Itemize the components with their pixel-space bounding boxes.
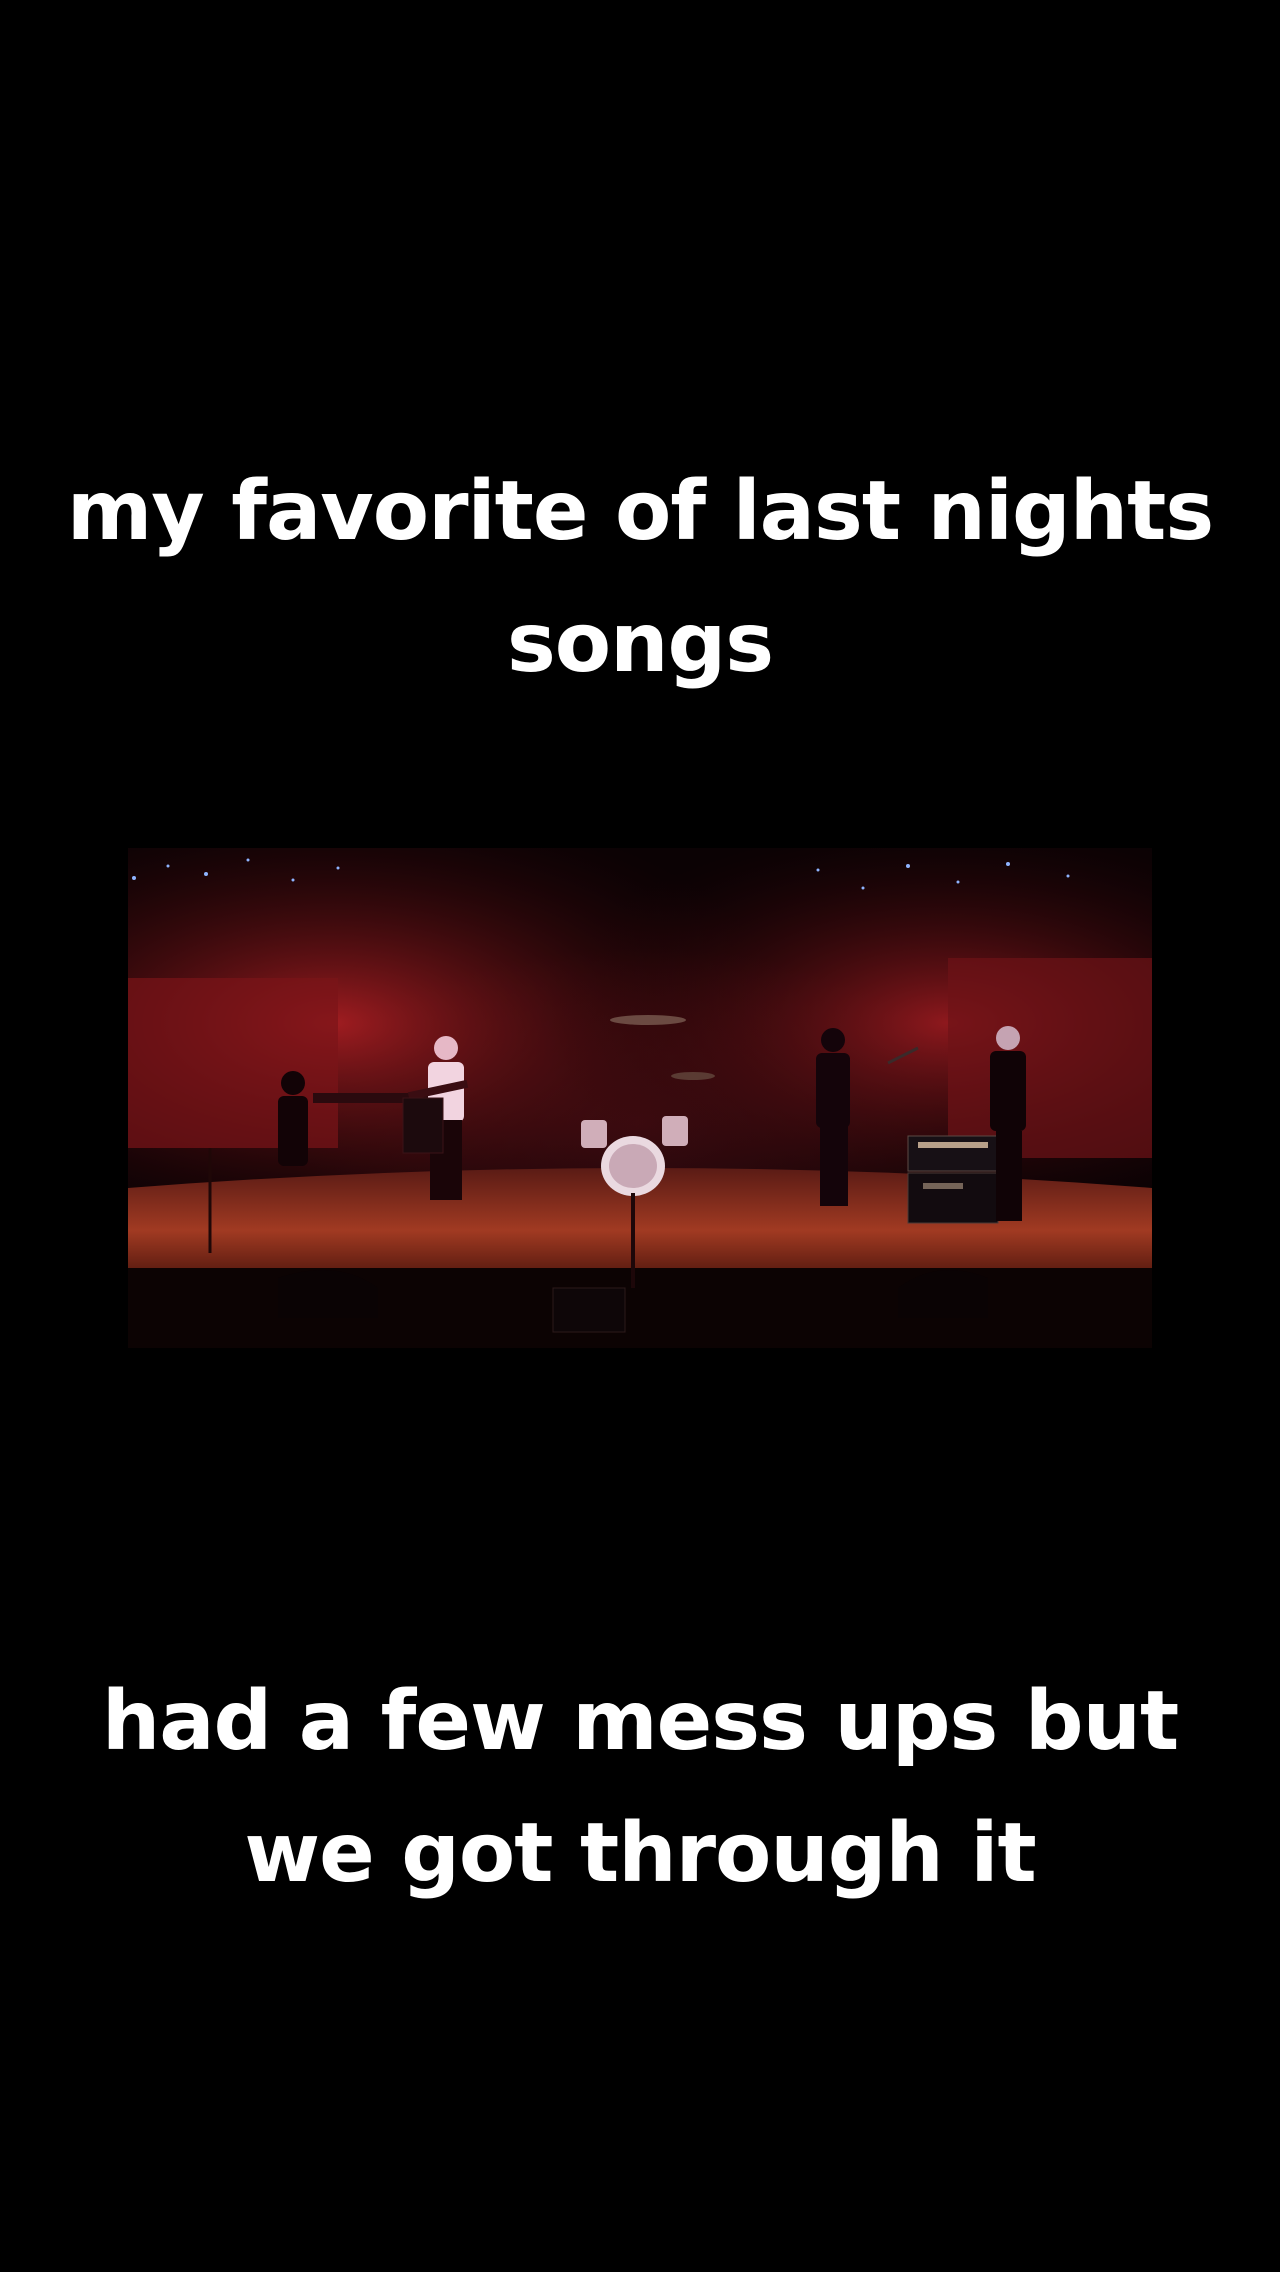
marshall-amp xyxy=(907,1135,999,1224)
bassist xyxy=(816,1028,850,1206)
top-caption: my favorite of last nights songs xyxy=(66,464,1214,691)
concert-stage-photo xyxy=(128,848,1152,1348)
video-frame[interactable] xyxy=(128,848,1152,1348)
bottom-caption: had a few mess ups but we got through it xyxy=(101,1674,1179,1901)
